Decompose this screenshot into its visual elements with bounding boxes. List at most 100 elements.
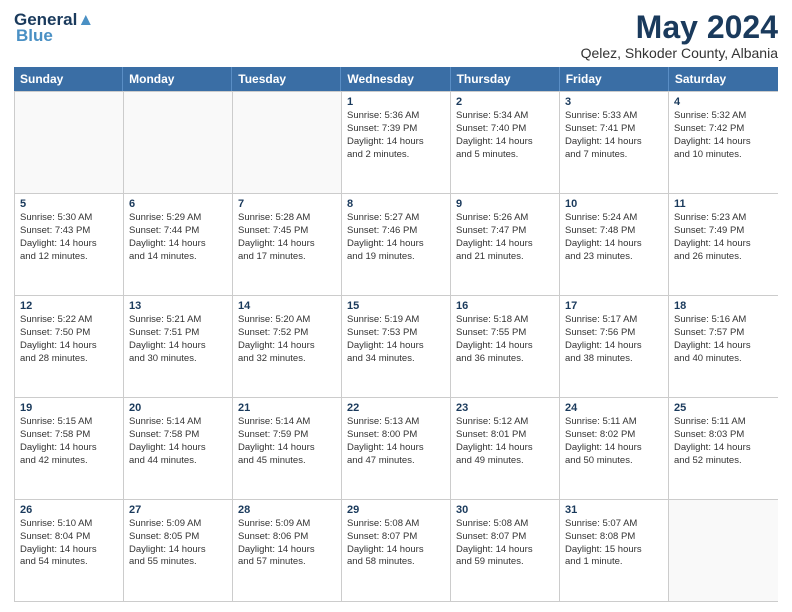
day-number-15: 15 [347,300,445,312]
day-number-27: 27 [129,504,227,516]
day-number-22: 22 [347,402,445,414]
logo-blue: Blue [16,26,53,46]
day-cell-5: 5 Sunrise: 5:30 AM Sunset: 7:43 PM Daylig… [15,194,124,295]
day-info-30: Sunrise: 5:08 AM Sunset: 8:07 PM Dayligh… [456,518,554,569]
day-cell-31: 31Sunrise: 5:07 AM Sunset: 8:08 PM Dayli… [560,500,669,601]
day-cell-30: 30 Sunrise: 5:08 AM Sunset: 8:07 PM Dayli… [451,500,560,601]
day-cell-8: 8Sunrise: 5:27 AM Sunset: 7:46 PM Daylig… [342,194,451,295]
day-number-18: 18 [674,300,773,312]
day-cell-26: 26 Sunrise: 5:10 AM Sunset: 8:04 PM Dayli… [15,500,124,601]
day-thursday: Thursday [451,67,560,91]
day-number-14: 14 [238,300,336,312]
day-cell-empty [124,92,233,193]
calendar-body: 1Sunrise: 5:36 AM Sunset: 7:39 PM Daylig… [14,91,778,602]
day-cell-9: 9Sunrise: 5:26 AM Sunset: 7:47 PM Daylig… [451,194,560,295]
day-cell-empty [233,92,342,193]
day-info-22: Sunrise: 5:13 AM Sunset: 8:00 PM Dayligh… [347,416,445,467]
day-cell-empty [15,92,124,193]
day-info-18: Sunrise: 5:16 AM Sunset: 7:57 PM Dayligh… [674,314,773,365]
day-cell-21: 21 Sunrise: 5:14 AM Sunset: 7:59 PM Dayli… [233,398,342,499]
day-info-20: Sunrise: 5:14 AM Sunset: 7:58 PM Dayligh… [129,416,227,467]
day-number-10: 10 [565,198,663,210]
day-cell-7: 7 Sunrise: 5:28 AM Sunset: 7:45 PM Daylig… [233,194,342,295]
day-info-5: Sunrise: 5:30 AM Sunset: 7:43 PM Dayligh… [20,212,118,263]
day-number-26: 26 [20,504,118,516]
day-cell-3: 3Sunrise: 5:33 AM Sunset: 7:41 PM Daylig… [560,92,669,193]
day-number-11: 11 [674,198,773,210]
day-monday: Monday [123,67,232,91]
day-number-21: 21 [238,402,336,414]
day-number-23: 23 [456,402,554,414]
subtitle: Qelez, Shkoder County, Albania [581,45,778,61]
day-cell-1: 1Sunrise: 5:36 AM Sunset: 7:39 PM Daylig… [342,92,451,193]
day-cell-15: 15 Sunrise: 5:19 AM Sunset: 7:53 PM Dayli… [342,296,451,397]
day-info-24: Sunrise: 5:11 AM Sunset: 8:02 PM Dayligh… [565,416,663,467]
day-number-17: 17 [565,300,663,312]
day-cell-23: 23 Sunrise: 5:12 AM Sunset: 8:01 PM Dayli… [451,398,560,499]
week-row-4: 19 Sunrise: 5:15 AM Sunset: 7:58 PM Dayli… [15,398,778,500]
day-sunday: Sunday [14,67,123,91]
day-info-12: Sunrise: 5:22 AM Sunset: 7:50 PM Dayligh… [20,314,118,365]
day-info-19: Sunrise: 5:15 AM Sunset: 7:58 PM Dayligh… [20,416,118,467]
day-number-3: 3 [565,96,663,108]
day-number-4: 4 [674,96,773,108]
day-cell-22: 22 Sunrise: 5:13 AM Sunset: 8:00 PM Dayli… [342,398,451,499]
day-cell-12: 12 Sunrise: 5:22 AM Sunset: 7:50 PM Dayli… [15,296,124,397]
day-number-7: 7 [238,198,336,210]
day-info-16: Sunrise: 5:18 AM Sunset: 7:55 PM Dayligh… [456,314,554,365]
day-number-5: 5 [20,198,118,210]
header: General▲ Blue May 2024 Qelez, Shkoder Co… [14,10,778,61]
day-info-25: Sunrise: 5:11 AM Sunset: 8:03 PM Dayligh… [674,416,773,467]
day-cell-14: 14 Sunrise: 5:20 AM Sunset: 7:52 PM Dayli… [233,296,342,397]
week-row-2: 5 Sunrise: 5:30 AM Sunset: 7:43 PM Daylig… [15,194,778,296]
day-wednesday: Wednesday [341,67,450,91]
day-cell-empty [669,500,778,601]
week-row-3: 12 Sunrise: 5:22 AM Sunset: 7:50 PM Dayli… [15,296,778,398]
day-info-28: Sunrise: 5:09 AM Sunset: 8:06 PM Dayligh… [238,518,336,569]
day-number-30: 30 [456,504,554,516]
calendar: Sunday Monday Tuesday Wednesday Thursday… [14,67,778,602]
day-number-25: 25 [674,402,773,414]
day-cell-19: 19 Sunrise: 5:15 AM Sunset: 7:58 PM Dayli… [15,398,124,499]
day-number-6: 6 [129,198,227,210]
day-cell-24: 24 Sunrise: 5:11 AM Sunset: 8:02 PM Dayli… [560,398,669,499]
day-number-29: 29 [347,504,445,516]
day-info-21: Sunrise: 5:14 AM Sunset: 7:59 PM Dayligh… [238,416,336,467]
day-friday: Friday [560,67,669,91]
day-number-31: 31 [565,504,663,516]
day-number-13: 13 [129,300,227,312]
day-number-24: 24 [565,402,663,414]
day-info-8: Sunrise: 5:27 AM Sunset: 7:46 PM Dayligh… [347,212,445,263]
day-cell-6: 6Sunrise: 5:29 AM Sunset: 7:44 PM Daylig… [124,194,233,295]
day-cell-10: 10 Sunrise: 5:24 AM Sunset: 7:48 PM Dayli… [560,194,669,295]
week-row-1: 1Sunrise: 5:36 AM Sunset: 7:39 PM Daylig… [15,92,778,194]
day-cell-25: 25 Sunrise: 5:11 AM Sunset: 8:03 PM Dayli… [669,398,778,499]
day-cell-11: 11 Sunrise: 5:23 AM Sunset: 7:49 PM Dayli… [669,194,778,295]
day-number-28: 28 [238,504,336,516]
month-title: May 2024 [581,10,778,45]
day-number-12: 12 [20,300,118,312]
day-info-27: Sunrise: 5:09 AM Sunset: 8:05 PM Dayligh… [129,518,227,569]
calendar-header: Sunday Monday Tuesday Wednesday Thursday… [14,67,778,91]
day-info-10: Sunrise: 5:24 AM Sunset: 7:48 PM Dayligh… [565,212,663,263]
day-cell-18: 18 Sunrise: 5:16 AM Sunset: 7:57 PM Dayli… [669,296,778,397]
day-info-11: Sunrise: 5:23 AM Sunset: 7:49 PM Dayligh… [674,212,773,263]
day-cell-17: 17Sunrise: 5:17 AM Sunset: 7:56 PM Dayli… [560,296,669,397]
day-number-2: 2 [456,96,554,108]
day-cell-4: 4Sunrise: 5:32 AM Sunset: 7:42 PM Daylig… [669,92,778,193]
day-info-14: Sunrise: 5:20 AM Sunset: 7:52 PM Dayligh… [238,314,336,365]
page: General▲ Blue May 2024 Qelez, Shkoder Co… [0,0,792,612]
logo: General▲ Blue [14,10,94,46]
day-info-15: Sunrise: 5:19 AM Sunset: 7:53 PM Dayligh… [347,314,445,365]
day-cell-28: 28 Sunrise: 5:09 AM Sunset: 8:06 PM Dayli… [233,500,342,601]
day-cell-29: 29 Sunrise: 5:08 AM Sunset: 8:07 PM Dayli… [342,500,451,601]
day-info-29: Sunrise: 5:08 AM Sunset: 8:07 PM Dayligh… [347,518,445,569]
day-info-26: Sunrise: 5:10 AM Sunset: 8:04 PM Dayligh… [20,518,118,569]
day-cell-13: 13 Sunrise: 5:21 AM Sunset: 7:51 PM Dayli… [124,296,233,397]
day-cell-20: 20Sunrise: 5:14 AM Sunset: 7:58 PM Dayli… [124,398,233,499]
day-info-23: Sunrise: 5:12 AM Sunset: 8:01 PM Dayligh… [456,416,554,467]
day-number-19: 19 [20,402,118,414]
day-info-13: Sunrise: 5:21 AM Sunset: 7:51 PM Dayligh… [129,314,227,365]
day-info-7: Sunrise: 5:28 AM Sunset: 7:45 PM Dayligh… [238,212,336,263]
day-info-9: Sunrise: 5:26 AM Sunset: 7:47 PM Dayligh… [456,212,554,263]
